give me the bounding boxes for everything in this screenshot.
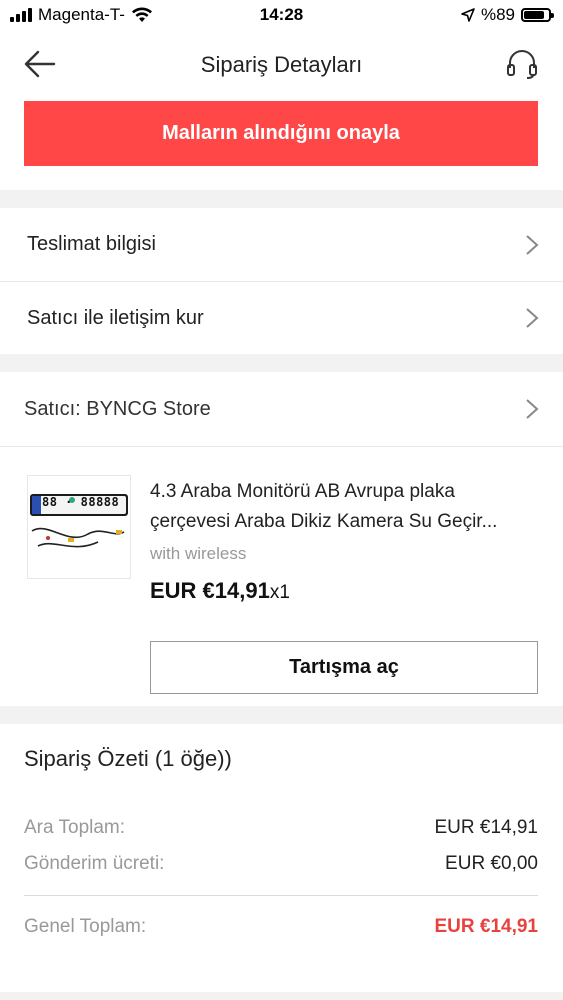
plate-text: 88 · 88888 (42, 495, 120, 509)
section-divider (0, 706, 563, 724)
section-divider (0, 190, 563, 208)
nav-bar: Sipariş Detayları (0, 32, 563, 96)
license-plate-camera-image (30, 494, 128, 548)
shipping-row: Gönderim ücreti: EUR €0,00 (24, 853, 538, 875)
subtotal-row: Ara Toplam: EUR €14,91 (24, 817, 538, 839)
headset-icon[interactable] (505, 48, 539, 80)
section-divider (0, 354, 563, 372)
page-title: Sipariş Detayları (200, 52, 363, 77)
total-row: Genel Toplam: EUR €14,91 (24, 916, 538, 938)
summary-separator (24, 895, 538, 896)
battery-icon (521, 8, 554, 22)
seller-name: Satıcı: BYNCG Store (24, 397, 211, 420)
seller-row[interactable]: Satıcı: BYNCG Store (0, 372, 563, 446)
open-dispute-button[interactable]: Tartışma aç (150, 641, 538, 694)
battery-percent: %89 (480, 5, 515, 24)
chevron-right-icon (526, 308, 539, 328)
total-label: Genel Toplam: (24, 916, 147, 937)
product-title[interactable]: 4.3 Araba Monitörü AB Avrupa plaka çerçe… (150, 477, 542, 537)
shipping-label: Gönderim ücreti: (24, 853, 165, 874)
shipping-value: EUR €0,00 (445, 853, 538, 874)
product-title-line: 4.3 Araba Monitörü AB Avrupa plaka (150, 481, 455, 502)
delivery-info-label: Teslimat bilgisi (27, 233, 156, 255)
status-bar: Magenta-T- 14:28 %89 (0, 0, 563, 32)
product-variant: with wireless (150, 544, 247, 563)
chevron-right-icon (526, 399, 539, 419)
subtotal-label: Ara Toplam: (24, 817, 126, 838)
product-price-block: EUR €14,91x1 (150, 578, 290, 604)
order-summary-title: Sipariş Özeti (1 öğe)) (24, 746, 232, 771)
subtotal-value: EUR €14,91 (434, 817, 538, 838)
contact-seller-label: Satıcı ile iletişim kur (27, 306, 204, 329)
product-quantity: x1 (269, 582, 290, 603)
product-title-line: çerçevesi Araba Dikiz Kamera Su Geçir... (150, 511, 498, 532)
product-price: EUR €14,91 (150, 578, 270, 603)
confirm-receipt-button[interactable]: Malların alındığını onayla (24, 101, 538, 166)
chevron-right-icon (526, 234, 539, 255)
product-image[interactable]: 88 · 88888 (27, 475, 131, 579)
location-arrow-icon (461, 8, 475, 22)
contact-seller-row[interactable]: Satıcı ile iletişim kur (0, 282, 563, 354)
total-value: EUR €14,91 (434, 916, 538, 937)
battery-fill (524, 11, 544, 19)
delivery-info-row[interactable]: Teslimat bilgisi (0, 208, 563, 281)
row-separator (0, 446, 563, 447)
section-divider (0, 992, 563, 1000)
status-right: %89 (461, 5, 554, 25)
